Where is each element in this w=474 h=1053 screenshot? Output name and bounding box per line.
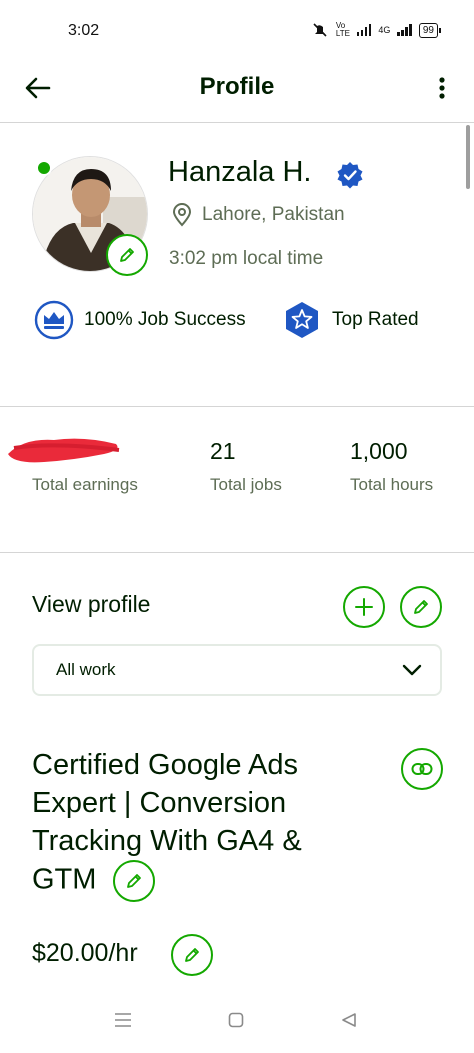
stat-label: Total hours (350, 475, 434, 494)
more-options-button[interactable] (430, 70, 454, 106)
plus-icon (355, 598, 373, 616)
status-icons: Vo LTE 4G 99 (311, 21, 442, 38)
mute-icon (313, 23, 327, 37)
more-vertical-icon (439, 77, 445, 99)
redaction-scribble (8, 438, 120, 463)
location-pin-icon (172, 203, 192, 227)
page-title: Profile (199, 73, 275, 100)
view-profile-label: View profile (32, 591, 151, 617)
hourly-rate: $20.00/hr (32, 939, 138, 967)
profile-name: Hanzala H. (168, 156, 312, 188)
home-button[interactable] (221, 1005, 251, 1035)
job-success-badge[interactable]: 100% Job Success (34, 300, 246, 340)
add-specialized-profile-button[interactable] (343, 586, 385, 628)
stat-value: 1,000 (350, 438, 408, 464)
profile-avatar-container (32, 156, 148, 276)
online-status-dot (36, 160, 52, 176)
pencil-icon (126, 874, 141, 888)
copy-link-button[interactable] (401, 748, 443, 790)
edit-profile-button[interactable] (400, 586, 442, 628)
profile-select-dropdown[interactable]: All work (32, 644, 442, 696)
pencil-icon (120, 248, 134, 262)
recents-button[interactable] (108, 1005, 138, 1035)
pencil-icon (414, 600, 428, 614)
edit-photo-button[interactable] (106, 234, 148, 276)
status-bar: 3:02 Vo LTE 4G 99 (0, 0, 474, 60)
location-text: Lahore, Pakistan (202, 204, 345, 225)
verified-badge (336, 161, 364, 194)
local-time: 3:02 pm local time (169, 248, 324, 269)
headline-text: Certified Google Ads Expert | Conversion… (32, 749, 302, 896)
profile-location: Lahore, Pakistan (172, 203, 345, 227)
chevron-down-icon (402, 664, 422, 676)
top-rated-badge[interactable]: Top Rated (282, 300, 419, 340)
star-icon (286, 302, 318, 338)
edit-rate-button[interactable] (171, 934, 213, 976)
stat-value: 21 (210, 438, 236, 464)
scrollbar[interactable] (466, 125, 470, 189)
network-label: 4G (378, 25, 391, 35)
stat-total-hours: 1,000 Total hours (350, 438, 433, 495)
divider (0, 406, 474, 407)
divider (0, 552, 474, 553)
signal-icon-2 (397, 24, 412, 36)
profile-headline: Certified Google Ads Expert | Conversion… (32, 746, 372, 902)
status-time: 3:02 (68, 22, 100, 39)
menu-icon (115, 1013, 131, 1027)
signal-icon (356, 24, 372, 36)
pencil-icon (185, 948, 199, 962)
edit-headline-button[interactable] (112, 860, 155, 902)
app-bar: Profile (0, 60, 474, 122)
stat-total-jobs: 21 Total jobs (210, 438, 282, 495)
divider (0, 122, 474, 123)
top-rated-label: Top Rated (332, 309, 419, 330)
volte-label: Vo LTE (335, 21, 350, 38)
stat-label: Total earnings (32, 475, 138, 494)
select-value: All work (56, 660, 116, 679)
battery-icon: 99 (418, 22, 442, 38)
verified-icon (337, 162, 363, 189)
crown-icon (34, 300, 74, 340)
stat-label: Total jobs (210, 475, 282, 494)
triangle-back-icon (342, 1013, 356, 1027)
system-nav-bar (0, 993, 474, 1053)
job-success-label: 100% Job Success (84, 309, 246, 330)
link-icon (411, 763, 433, 775)
home-square-icon (228, 1012, 244, 1028)
system-back-button[interactable] (334, 1005, 364, 1035)
